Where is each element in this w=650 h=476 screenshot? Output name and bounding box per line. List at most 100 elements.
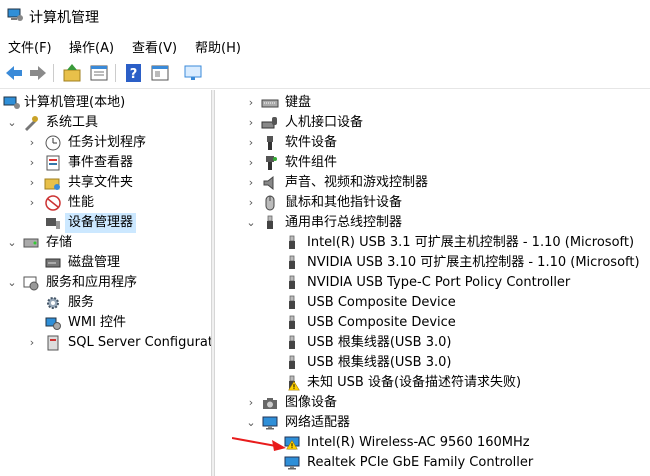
properties-icon[interactable]	[149, 62, 171, 84]
usb-icon	[283, 295, 301, 311]
tree-item-label: 性能	[68, 195, 95, 210]
device-item[interactable]: USB 根集线器(USB 3.0)	[215, 353, 650, 373]
menu-view[interactable]: 查看(V)	[132, 37, 177, 56]
device-item[interactable]: USB Composite Device	[215, 293, 650, 313]
device-item[interactable]: USB Composite Device	[215, 313, 650, 333]
chevron-right-icon[interactable]: ›	[26, 193, 38, 213]
tree-item-label: WMI 控件	[68, 315, 127, 330]
tree-item-computer-management[interactable]: 计算机管理(本地)	[0, 93, 211, 113]
device-item-unknown-usb[interactable]: 未知 USB 设备(设备描述符请求失败)	[215, 373, 650, 393]
device-tree: › 键盘 › 人机接口设备 › 软件设备 › 软件组件 › 声音、视频和游戏控制…	[215, 90, 650, 476]
tree-item-services-applications[interactable]: ⌄ 服务和应用程序	[0, 273, 211, 293]
performance-icon	[45, 195, 61, 211]
device-category-network-adapters[interactable]: ⌄ 网络适配器	[215, 413, 650, 433]
speaker-icon	[263, 175, 274, 191]
tree-item-disk-management[interactable]: 磁盘管理	[0, 253, 211, 273]
svg-text:?: ?	[130, 67, 138, 82]
toolbar-separator	[115, 64, 116, 82]
warning-icon	[288, 380, 300, 391]
chevron-down-icon[interactable]: ⌄	[245, 213, 257, 233]
storage-icon	[23, 238, 39, 248]
network-adapter-icon	[283, 455, 301, 471]
window-title: 计算机管理	[29, 10, 99, 26]
tree-item-services[interactable]: 服务	[0, 293, 211, 313]
chevron-right-icon[interactable]: ›	[245, 173, 257, 193]
device-label: 图像设备	[285, 395, 338, 410]
device-item[interactable]: NVIDIA USB Type-C Port Policy Controller	[215, 273, 650, 293]
tree-item-device-manager[interactable]: 设备管理器	[0, 213, 211, 233]
tree-item-label: 服务	[68, 295, 95, 310]
hid-icon	[261, 117, 277, 129]
up-folder-icon[interactable]	[61, 62, 83, 84]
device-category-imaging[interactable]: › 图像设备	[215, 393, 650, 413]
back-icon[interactable]	[3, 62, 25, 84]
tree-item-wmi-control[interactable]: WMI 控件	[0, 313, 211, 333]
menu-action[interactable]: 操作(A)	[69, 37, 114, 56]
chevron-right-icon[interactable]: ›	[245, 393, 257, 413]
computer-management-icon	[7, 8, 23, 21]
device-category-software-devices[interactable]: › 软件设备	[215, 133, 650, 153]
tree-item-label: 系统工具	[46, 115, 99, 130]
tree-item-storage[interactable]: ⌄ 存储	[0, 233, 211, 253]
show-hide-tree-icon[interactable]	[88, 62, 110, 84]
chevron-down-icon[interactable]: ⌄	[245, 413, 257, 433]
chevron-down-icon[interactable]: ⌄	[6, 113, 18, 133]
chevron-down-icon[interactable]: ⌄	[6, 233, 18, 253]
chevron-right-icon[interactable]: ›	[26, 153, 38, 173]
device-label: USB Composite Device	[307, 315, 456, 330]
device-item[interactable]: USB 根集线器(USB 3.0)	[215, 333, 650, 353]
device-label: 通用串行总线控制器	[285, 215, 403, 230]
chevron-right-icon[interactable]: ›	[245, 93, 257, 113]
chevron-right-icon[interactable]: ›	[245, 113, 257, 133]
chevron-right-icon[interactable]: ›	[245, 193, 257, 213]
shared-folder-icon	[44, 178, 60, 190]
chevron-right-icon[interactable]: ›	[245, 133, 257, 153]
tree-item-label: 服务和应用程序	[46, 275, 138, 290]
device-label: 鼠标和其他指针设备	[285, 195, 403, 210]
device-category-sound[interactable]: › 声音、视频和游戏控制器	[215, 173, 650, 193]
device-category-usb-controllers[interactable]: ⌄ 通用串行总线控制器	[215, 213, 650, 233]
tree-item-label: 磁盘管理	[68, 255, 121, 270]
tree-item-shared-folders[interactable]: › 共享文件夹	[0, 173, 211, 193]
device-category-keyboard[interactable]: › 键盘	[215, 93, 650, 113]
computer-management-icon	[3, 96, 20, 109]
services-apps-icon	[23, 276, 39, 291]
device-category-mice[interactable]: › 鼠标和其他指针设备	[215, 193, 650, 213]
tree-item-system-tools[interactable]: ⌄ 系统工具	[0, 113, 211, 133]
usb-icon	[283, 255, 301, 271]
menu-file[interactable]: 文件(F)	[8, 37, 52, 56]
usb-icon	[261, 215, 279, 231]
device-item[interactable]: Intel(R) USB 3.1 可扩展主机控制器 - 1.10 (Micros…	[215, 233, 650, 253]
forward-icon[interactable]	[27, 62, 49, 84]
chevron-right-icon[interactable]: ›	[245, 153, 257, 173]
device-label: Realtek PCIe GbE Family Controller	[307, 455, 534, 470]
usb-icon	[283, 315, 301, 331]
chevron-right-icon[interactable]: ›	[26, 133, 38, 153]
tree-item-event-viewer[interactable]: › 事件查看器	[0, 153, 211, 173]
tree-item-label: 共享文件夹	[68, 175, 134, 190]
clock-icon	[45, 135, 61, 151]
monitor-icon[interactable]	[182, 62, 204, 84]
chevron-down-icon[interactable]: ⌄	[6, 273, 18, 293]
toolbar: ?	[0, 58, 650, 89]
device-label: 键盘	[285, 95, 312, 110]
tree-item-label: SQL Server Configurati	[68, 335, 211, 350]
sql-server-icon	[47, 335, 59, 351]
device-item-realtek[interactable]: Realtek PCIe GbE Family Controller	[215, 453, 650, 473]
device-label: 人机接口设备	[285, 115, 364, 130]
chevron-right-icon[interactable]: ›	[26, 333, 38, 353]
device-label: USB 根集线器(USB 3.0)	[307, 335, 452, 350]
tree-item-task-scheduler[interactable]: › 任务计划程序	[0, 133, 211, 153]
chevron-right-icon[interactable]: ›	[26, 173, 38, 193]
tree-item-sql-server[interactable]: › SQL Server Configurati	[0, 333, 211, 353]
menu-help[interactable]: 帮助(H)	[195, 37, 241, 56]
device-label: 未知 USB 设备(设备描述符请求失败)	[307, 375, 522, 390]
device-item[interactable]: NVIDIA USB 3.10 可扩展主机控制器 - 1.10 (Microso…	[215, 253, 650, 273]
device-category-hid[interactable]: › 人机接口设备	[215, 113, 650, 133]
help-icon[interactable]: ?	[123, 62, 145, 84]
camera-icon	[263, 398, 277, 409]
console-tree: 计算机管理(本地) ⌄ 系统工具 › 任务计划程序 › 事件查看器 › 共享文件…	[0, 90, 211, 476]
tree-item-performance[interactable]: › 性能	[0, 193, 211, 213]
device-category-software-components[interactable]: › 软件组件	[215, 153, 650, 173]
software-device-icon	[267, 136, 273, 150]
